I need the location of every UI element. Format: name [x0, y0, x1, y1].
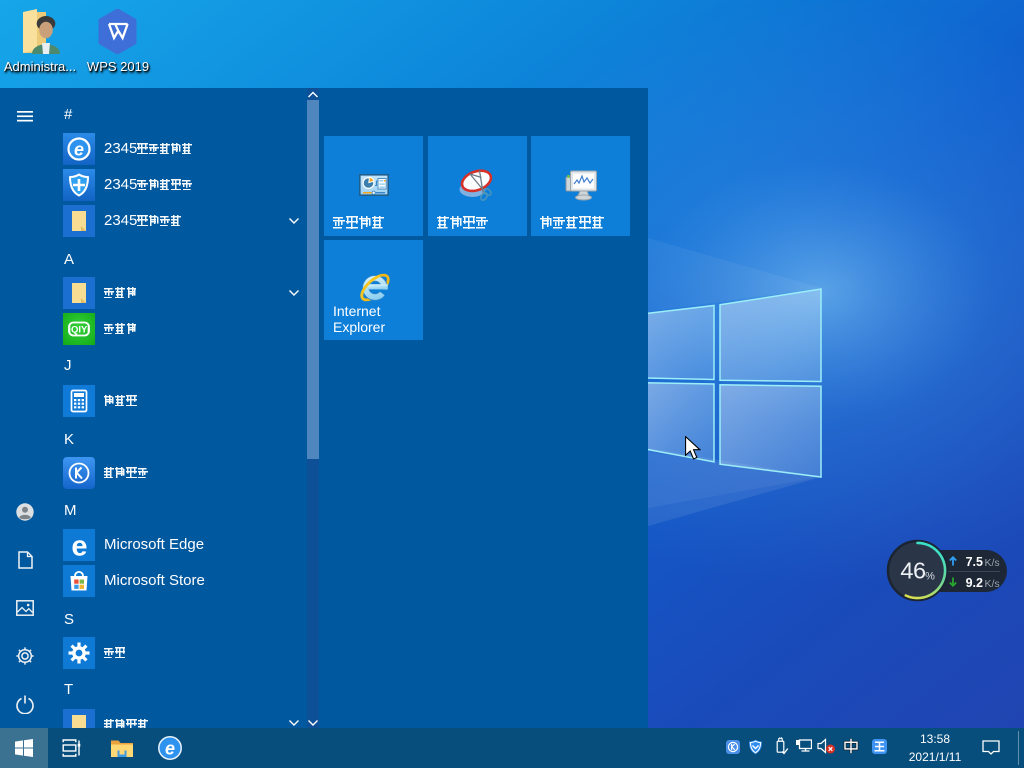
svg-text:e: e [74, 140, 84, 160]
svg-text:iQIYi: iQIYi [68, 325, 89, 336]
svg-text:%: % [925, 571, 935, 583]
svg-text:46: 46 [900, 558, 926, 584]
svg-text:e: e [165, 739, 175, 759]
svg-text:e: e [71, 531, 87, 562]
